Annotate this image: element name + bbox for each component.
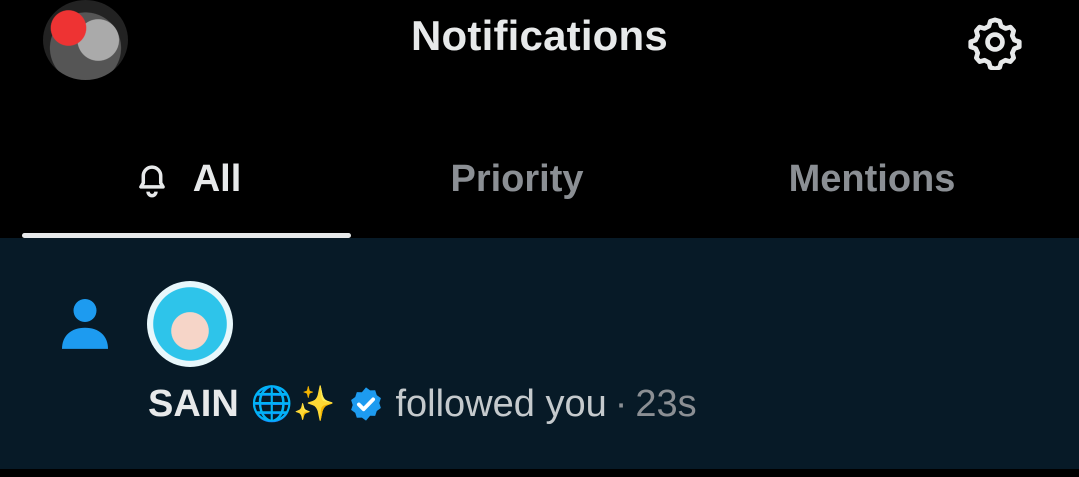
top-app-bar: Notifications <box>0 0 1079 82</box>
timestamp: 23s <box>635 382 697 425</box>
person-icon <box>62 299 108 349</box>
notification-text: SAIN 🌐✨ followed you · 23s <box>148 378 697 430</box>
notification-action: followed you <box>395 382 607 425</box>
follower-name[interactable]: SAIN <box>148 383 239 426</box>
tab-mentions-label: Mentions <box>788 157 956 200</box>
divider <box>0 469 1079 477</box>
verified-badge-icon <box>351 387 382 421</box>
tab-all[interactable]: All <box>22 120 352 238</box>
tab-mentions[interactable]: Mentions <box>682 120 1062 238</box>
notification-tabs: All Priority Mentions <box>0 120 1079 238</box>
bell-icon <box>138 165 165 198</box>
gear-icon[interactable] <box>966 14 1024 70</box>
notification-item[interactable]: SAIN 🌐✨ followed you · 23s <box>0 238 1079 469</box>
separator-dot: · <box>614 382 628 425</box>
tab-priority[interactable]: Priority <box>352 120 682 238</box>
follower-avatar[interactable] <box>147 281 233 367</box>
tab-priority-label: Priority <box>450 157 584 200</box>
follower-emoji: 🌐✨ <box>250 385 336 423</box>
tab-all-label: All <box>192 157 242 200</box>
page-title: Notifications <box>411 12 668 59</box>
